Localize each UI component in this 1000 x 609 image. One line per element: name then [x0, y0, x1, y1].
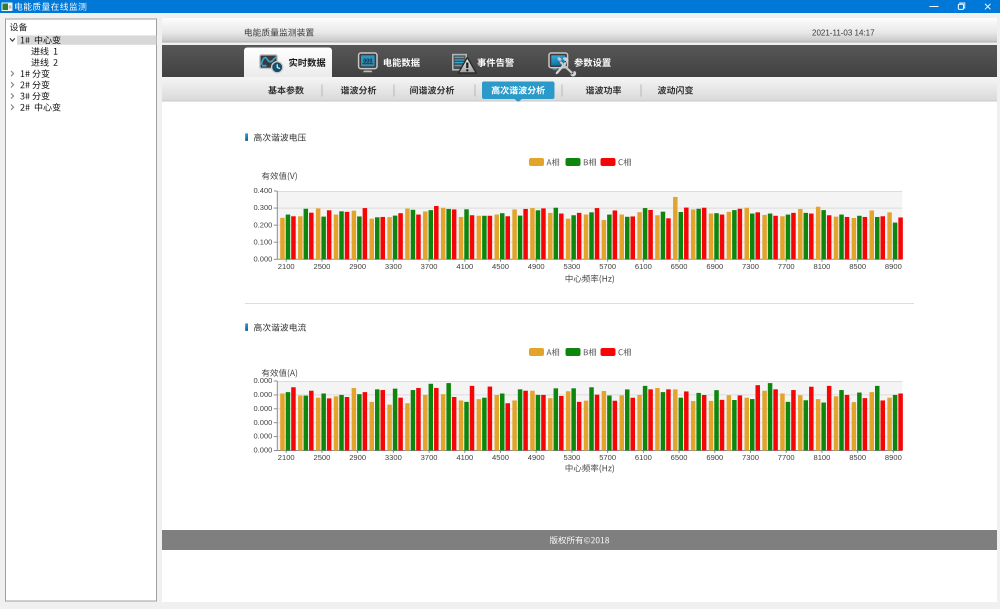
- svg-text:6500: 6500: [671, 262, 688, 271]
- svg-text:0.000: 0.000: [254, 376, 273, 385]
- svg-text:0.100: 0.100: [254, 237, 273, 246]
- svg-text:4900: 4900: [528, 453, 545, 462]
- svg-text:8900: 8900: [885, 262, 902, 271]
- svg-text:0.200: 0.200: [254, 220, 273, 229]
- svg-text:4500: 4500: [492, 453, 509, 462]
- svg-text:2100: 2100: [278, 262, 295, 271]
- svg-text:7700: 7700: [778, 262, 795, 271]
- svg-text:2021-11-03 14:17: 2021-11-03 14:17: [812, 28, 875, 37]
- svg-text:5300: 5300: [563, 262, 580, 271]
- svg-text:0.000: 0.000: [254, 418, 273, 427]
- svg-text:6500: 6500: [671, 453, 688, 462]
- svg-text:0.300: 0.300: [254, 203, 273, 212]
- svg-text:5300: 5300: [563, 453, 580, 462]
- svg-text:4900: 4900: [528, 262, 545, 271]
- svg-text:8900: 8900: [885, 453, 902, 462]
- svg-text:7300: 7300: [742, 453, 759, 462]
- svg-text:6900: 6900: [706, 262, 723, 271]
- svg-text:8100: 8100: [813, 453, 830, 462]
- svg-text:5700: 5700: [599, 262, 616, 271]
- svg-text:2100: 2100: [278, 453, 295, 462]
- svg-text:7300: 7300: [742, 262, 759, 271]
- svg-text:2500: 2500: [313, 262, 330, 271]
- svg-text:3300: 3300: [385, 453, 402, 462]
- svg-text:3700: 3700: [421, 453, 438, 462]
- svg-text:3300: 3300: [385, 262, 402, 271]
- svg-text:2900: 2900: [349, 262, 366, 271]
- svg-text:8500: 8500: [849, 453, 866, 462]
- svg-text:0.000: 0.000: [254, 254, 273, 263]
- svg-text:0.400: 0.400: [254, 186, 273, 195]
- svg-text:0.000: 0.000: [254, 446, 273, 455]
- svg-text:7700: 7700: [778, 453, 795, 462]
- svg-text:4500: 4500: [492, 262, 509, 271]
- svg-text:6100: 6100: [635, 453, 652, 462]
- svg-text:4100: 4100: [456, 453, 473, 462]
- svg-text:5700: 5700: [599, 453, 616, 462]
- svg-text:2500: 2500: [313, 453, 330, 462]
- svg-text:0.000: 0.000: [254, 432, 273, 441]
- svg-text:6100: 6100: [635, 262, 652, 271]
- svg-text:3700: 3700: [421, 262, 438, 271]
- svg-text:8500: 8500: [849, 262, 866, 271]
- svg-text:0.000: 0.000: [254, 404, 273, 413]
- svg-text:4100: 4100: [456, 262, 473, 271]
- svg-text:8100: 8100: [813, 262, 830, 271]
- svg-text:6900: 6900: [706, 453, 723, 462]
- svg-text:2900: 2900: [349, 453, 366, 462]
- svg-text:0.000: 0.000: [254, 390, 273, 399]
